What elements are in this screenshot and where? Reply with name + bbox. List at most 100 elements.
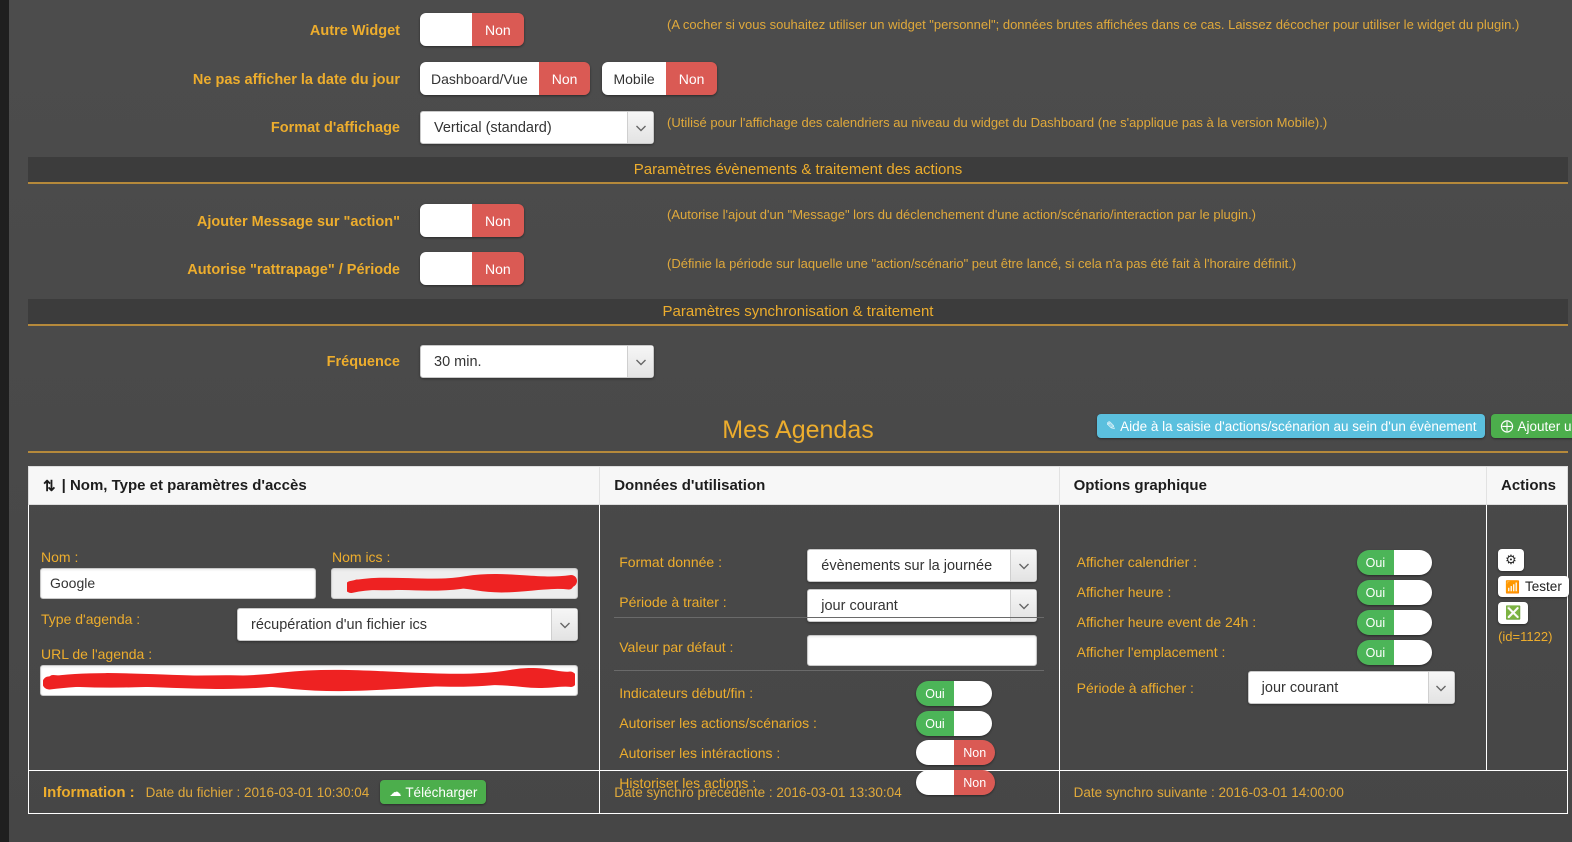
toggle-knob [1394,550,1433,575]
section-events-header: Paramètres évènements & traitement des a… [28,157,1568,184]
column-header-graphique[interactable]: Options graphique [1060,467,1487,504]
footer-next-sync: Date synchro suivante : 2016-03-01 14:00… [1060,771,1567,813]
toggle-mobile[interactable]: Mobile Non [602,62,718,95]
toggle-state-label: Non [472,13,524,46]
periode-afficher-value: jour courant [1261,679,1339,696]
valeur-defaut-label: Valeur par défaut : [619,639,734,655]
column-header-actions: Actions [1487,467,1567,504]
rattrapage-toggle[interactable]: Non [420,252,524,285]
tester-label: Tester [1525,579,1562,594]
afficher-heure-label: Afficher heure : [1076,584,1172,600]
autoriser-actions-state: Oui [916,711,954,736]
toggle-knob [953,711,992,736]
nom-ics-input[interactable] [331,568,578,599]
agendas-table: ⇅ | Nom, Type et paramètres d'accès Donn… [28,466,1569,816]
column-header-donnees-label: Données d'utilisation [614,477,766,494]
table-header-row: ⇅ | Nom, Type et paramètres d'accès Donn… [28,466,1568,505]
supprimer-button[interactable]: ❎ [1498,602,1529,624]
autre-widget-label: Autre Widget [309,23,400,39]
column-header-actions-label: Actions [1501,477,1557,494]
table-footer-row: Information : Date du fichier : 2016-03-… [28,771,1568,814]
information-label: Information : [43,783,135,801]
format-affichage-select[interactable]: Vertical (standard) [420,111,654,144]
toggle-knob [420,252,472,285]
plus-circle-icon: ⨁ [1500,418,1514,433]
telecharger-button[interactable]: ☁ Télécharger [380,780,487,804]
toggle-dashboard-vue-state: Non [538,62,591,95]
chevron-down-icon [1010,550,1037,581]
section-sync-header: Paramètres synchronisation & traitement [28,299,1568,326]
toggle-knob [420,204,472,237]
chevron-down-icon [1427,672,1454,703]
type-agenda-select[interactable]: récupération d'un fichier ics [237,608,578,641]
url-agenda-input[interactable] [40,665,578,696]
afficher-heure-toggle[interactable]: Oui [1356,580,1433,605]
section-events-title: Paramètres évènements & traitement des a… [633,161,963,178]
cell-acces: Nom : Google Nom ics : Type d'agenda : r… [29,505,601,770]
afficher-calendrier-toggle[interactable]: Oui [1356,550,1433,575]
afficher-emplacement-state: Oui [1356,640,1395,665]
ajouter-message-state: Non [472,204,524,237]
autre-widget-toggle[interactable]: Non [420,13,524,46]
tester-button[interactable]: 📶 Tester [1498,576,1569,597]
nom-input[interactable]: Google [40,568,316,599]
sort-icon[interactable]: ⇅ [43,477,56,495]
configurer-button[interactable]: ⚙ [1498,549,1524,571]
afficher-heure-state: Oui [1356,580,1395,605]
periode-traiter-label: Période à traiter : [619,594,727,610]
format-donnee-value: évènements sur la journée [821,557,993,574]
column-header-acces-label: | Nom, Type et paramètres d'accès [61,477,307,494]
autoriser-actions-label: Autoriser les actions/scénarios : [619,715,817,731]
ajouter-message-label: Ajouter Message sur "action" [196,214,400,230]
afficher-heure-24h-label: Afficher heure event de 24h : [1076,614,1257,630]
autoriser-interactions-state: Non [954,740,996,765]
frequence-select[interactable]: 30 min. [420,345,654,378]
divider [614,670,1045,671]
afficher-heure-24h-state: Oui [1356,610,1395,635]
toggle-mobile-label: Mobile [602,62,666,95]
indicateurs-toggle[interactable]: Oui [916,681,992,706]
type-agenda-value: récupération d'un fichier ics [251,616,428,633]
column-header-acces[interactable]: ⇅ | Nom, Type et paramètres d'accès [29,467,601,504]
toggle-knob [1394,640,1433,665]
chevron-down-icon [551,609,577,640]
periode-afficher-select[interactable]: jour courant [1247,671,1455,704]
column-header-donnees[interactable]: Données d'utilisation [600,467,1060,504]
toggle-knob [916,740,955,765]
autoriser-actions-toggle[interactable]: Oui [916,711,992,736]
row-format-affichage-label: Format d'affichage [0,111,400,145]
rattrapage-help: (Définie la période sur laquelle une "ac… [667,256,1297,271]
toggle-dashboard-vue-label: Dashboard/Vue [420,62,539,95]
row-rattrapage-label: Autorise "rattrapage" / Période [0,253,400,287]
valeur-defaut-input[interactable] [807,635,1038,666]
format-affichage-value: Vertical (standard) [434,119,552,136]
toggle-knob [953,681,992,706]
next-sync-text: Date synchro suivante : 2016-03-01 14:00… [1073,784,1344,800]
toggle-mobile-state: Non [665,62,718,95]
url-agenda-label: URL de l'agenda : [41,646,153,662]
afficher-heure-24h-toggle[interactable]: Oui [1356,610,1433,635]
agendas-action-buttons: ✎ Aide à la saisie d'actions/scénarion a… [1097,414,1572,438]
minus-circle-icon: ❎ [1505,605,1522,620]
periode-afficher-label: Période à afficher : [1076,680,1194,696]
format-donnee-label: Format donnée : [619,554,722,570]
periode-traiter-value: jour courant [821,597,898,614]
afficher-emplacement-label: Afficher l'emplacement : [1076,644,1226,660]
afficher-calendrier-label: Afficher calendrier : [1076,554,1198,570]
afficher-calendrier-state: Oui [1356,550,1395,575]
ajouter-message-toggle[interactable]: Non [420,204,524,237]
autoriser-interactions-toggle[interactable]: Non [916,740,996,765]
row-autre-widget-label: Autre Widget [0,14,400,48]
frequence-label: Fréquence [326,354,400,370]
afficher-emplacement-toggle[interactable]: Oui [1356,640,1433,665]
page-title: Mes Agendas [722,415,874,444]
toggle-knob [1394,610,1433,635]
aide-saisie-button[interactable]: ✎ Aide à la saisie d'actions/scénarion a… [1097,414,1486,438]
historiser-toggle[interactable]: Non [916,770,996,795]
toggle-dashboard-vue[interactable]: Dashboard/Vue Non [420,62,591,95]
cell-actions: ⚙ 📶 Tester ❎ (id=1122) [1487,505,1569,770]
row-date-jour-label: Ne pas afficher la date du jour [0,63,400,97]
format-donnee-select[interactable]: évènements sur la journée [807,549,1038,582]
ajouter-agenda-button[interactable]: ⨁ Ajouter un agenda [1491,414,1572,438]
rattrapage-state: Non [472,252,524,285]
